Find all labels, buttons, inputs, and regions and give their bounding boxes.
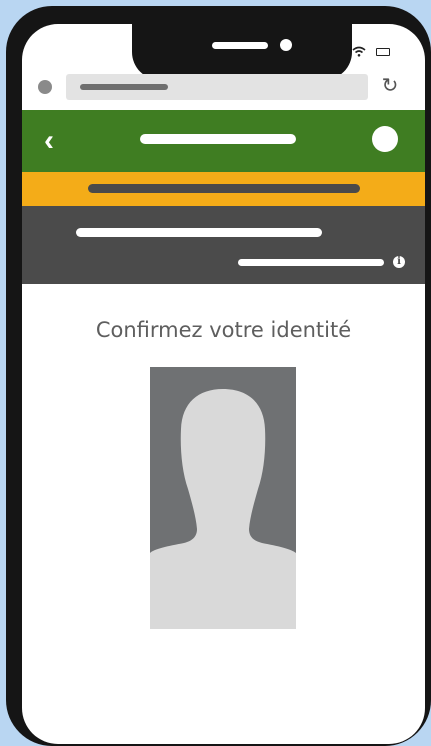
phone-frame: ↻ ‹ i Confirmez votre identité — [6, 6, 431, 746]
site-icon — [38, 80, 52, 94]
reload-icon[interactable]: ↻ — [378, 72, 402, 100]
app-header: ‹ — [22, 110, 425, 172]
battery-icon — [376, 48, 391, 56]
status-bar-icons — [352, 46, 391, 60]
chevron-left-icon[interactable]: ‹ — [44, 126, 68, 156]
header-title-placeholder — [140, 134, 296, 144]
front-camera — [280, 39, 292, 51]
phone-screen: ↻ ‹ i Confirmez votre identité — [22, 24, 425, 744]
banner-text-placeholder — [88, 184, 360, 193]
info-text-placeholder-2 — [238, 259, 384, 266]
browser-address-row: ↻ — [22, 72, 425, 106]
person-silhouette-icon — [150, 389, 296, 629]
info-text-placeholder-1 — [76, 228, 322, 237]
info-icon[interactable]: i — [393, 256, 405, 268]
avatar[interactable] — [372, 126, 398, 152]
wifi-icon — [352, 46, 366, 60]
identity-photo — [150, 367, 296, 629]
alert-banner — [22, 172, 425, 206]
info-panel: i — [22, 206, 425, 284]
url-text-placeholder — [80, 84, 168, 90]
url-field[interactable] — [66, 74, 368, 100]
page-title: Confirmez votre identité — [95, 318, 352, 342]
speaker-grille — [212, 42, 268, 49]
